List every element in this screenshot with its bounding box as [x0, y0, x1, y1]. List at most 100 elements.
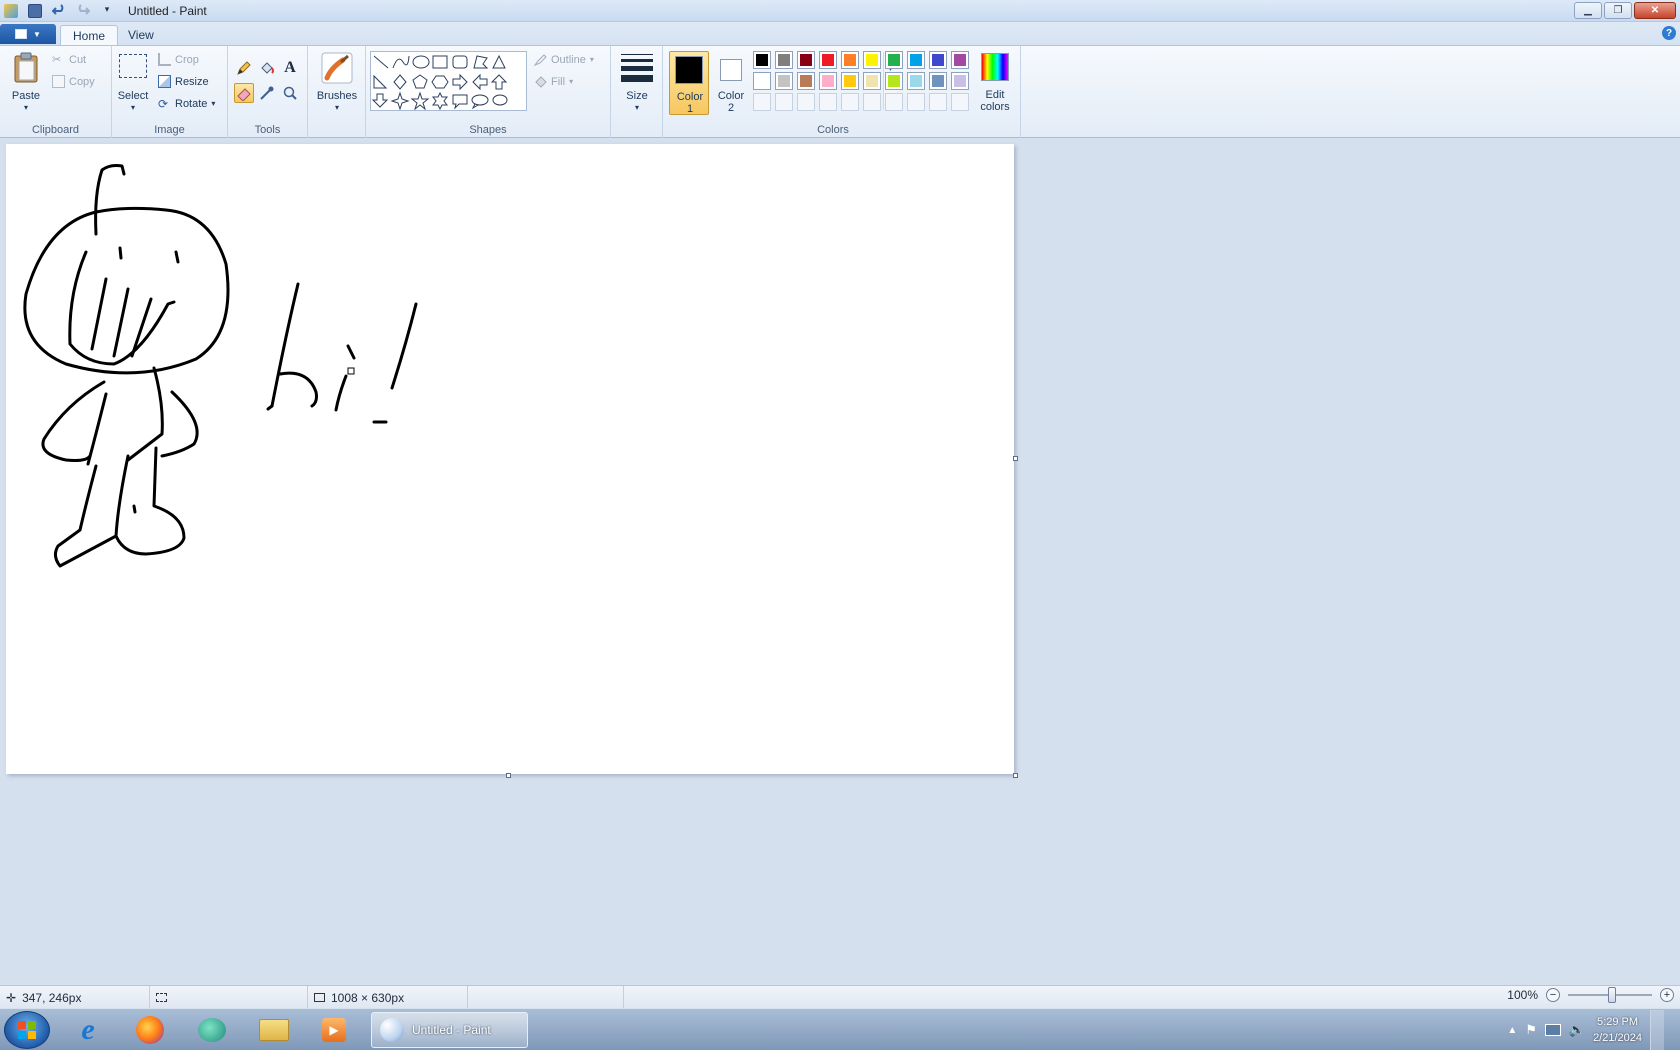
palette-color-swatch[interactable] — [863, 51, 881, 69]
palette-color-swatch[interactable] — [929, 72, 947, 90]
palette-custom-slot[interactable] — [753, 93, 771, 111]
palette-custom-slot[interactable] — [863, 93, 881, 111]
crop-button[interactable]: Crop — [158, 53, 199, 66]
taskbar-paint-label: Untitled - Paint — [412, 1023, 491, 1037]
palette-color-swatch[interactable] — [907, 72, 925, 90]
copy-button[interactable]: Copy — [52, 75, 95, 88]
show-desktop-button[interactable] — [1650, 1010, 1664, 1050]
paste-button[interactable]: Paste ▾ — [6, 50, 46, 112]
tab-home[interactable]: Home — [60, 25, 119, 45]
help-icon[interactable]: ? — [1662, 26, 1676, 40]
close-button[interactable]: ✕ — [1634, 2, 1676, 19]
stroke-left-eye — [118, 246, 123, 260]
palette-custom-slot[interactable] — [885, 93, 903, 111]
outline-button[interactable]: Outline ▾ — [533, 53, 594, 67]
maximize-button[interactable]: ❐ — [1604, 2, 1632, 19]
palette-color-swatch[interactable] — [907, 51, 925, 69]
pencil-tool[interactable] — [234, 58, 254, 78]
clipboard-group: Paste ▾ ✂ Cut Copy Clipboard — [0, 46, 112, 138]
palette-color-swatch[interactable] — [951, 51, 969, 69]
paint-app-icon[interactable] — [4, 3, 18, 18]
fill-tool[interactable] — [257, 58, 277, 78]
fill-button[interactable]: Fill ▾ — [534, 75, 573, 88]
palette-color-swatch[interactable] — [841, 51, 859, 69]
rotate-button[interactable]: ⟳ Rotate ▾ — [158, 97, 216, 111]
zoom-slider-thumb[interactable] — [1608, 987, 1616, 1003]
taskbar-file-explorer[interactable] — [248, 1013, 300, 1047]
palette-color-swatch[interactable] — [797, 72, 815, 90]
crop-icon — [158, 53, 171, 66]
zoom-in-button[interactable]: + — [1660, 988, 1674, 1002]
customize-quick-access-icon[interactable]: ▾ — [100, 4, 114, 18]
paint-menu-button[interactable]: ▼ — [0, 24, 56, 44]
taskbar-media-player[interactable]: ▶ — [308, 1013, 360, 1047]
show-hidden-icons-icon[interactable]: ▲ — [1507, 1025, 1517, 1036]
status-bar: ✛ 347, 246px 1008 × 630px 100% − + — [0, 985, 1680, 1009]
resize-handle-right[interactable] — [1013, 456, 1018, 461]
drawing-canvas[interactable] — [6, 144, 1014, 774]
palette-color-swatch[interactable] — [797, 51, 815, 69]
zoom-out-button[interactable]: − — [1546, 988, 1560, 1002]
palette-color-swatch[interactable] — [951, 72, 969, 90]
palette-color-swatch[interactable] — [863, 72, 881, 90]
palette-color-swatch[interactable] — [819, 51, 837, 69]
brushes-button[interactable]: Brushes ▾ — [312, 50, 362, 114]
size-button[interactable]: Size ▾ — [615, 50, 659, 114]
palette-custom-slot[interactable] — [907, 93, 925, 111]
cut-button[interactable]: ✂ Cut — [52, 53, 86, 67]
selection-size-segment — [150, 986, 308, 1009]
palette-custom-slot[interactable] — [929, 93, 947, 111]
network-icon[interactable] — [1544, 1024, 1561, 1036]
internet-explorer-icon: e — [81, 1013, 95, 1046]
save-icon[interactable] — [28, 3, 42, 18]
eraser-tool[interactable] — [234, 83, 254, 103]
minimize-button[interactable]: ▁ — [1574, 2, 1602, 19]
stroke-teeth-1 — [90, 277, 108, 351]
start-button[interactable] — [4, 1011, 50, 1049]
palette-custom-slot[interactable] — [951, 93, 969, 111]
zoom-slider[interactable] — [1568, 987, 1652, 1003]
palette-color-swatch[interactable] — [885, 72, 903, 90]
palette-color-swatch[interactable] — [775, 72, 793, 90]
taskbar-internet-explorer[interactable]: e — [62, 1013, 114, 1047]
palette-custom-slot[interactable] — [819, 93, 837, 111]
magnifier-tool[interactable] — [280, 83, 300, 103]
redo-icon[interactable] — [76, 3, 91, 18]
stroke-mouth — [68, 250, 176, 366]
swatch-fill — [844, 75, 856, 87]
palette-custom-slot[interactable] — [841, 93, 859, 111]
palette-color-swatch[interactable] — [753, 51, 771, 69]
resize-handle-bottom[interactable] — [506, 773, 511, 778]
resize-button[interactable]: Resize — [158, 75, 209, 88]
palette-color-swatch[interactable] — [929, 51, 947, 69]
palette-color-swatch[interactable] — [885, 51, 903, 69]
volume-muted-icon[interactable]: 🔈 — [1569, 1022, 1585, 1038]
select-dropdown-icon: ▾ — [130, 103, 135, 112]
hexagon-shape-icon — [431, 75, 449, 89]
palette-color-swatch[interactable] — [841, 72, 859, 90]
color-picker-tool[interactable] — [257, 83, 277, 103]
palette-custom-slot[interactable] — [775, 93, 793, 111]
tab-view[interactable]: View — [116, 25, 166, 45]
color1-button[interactable]: Color 1 — [669, 51, 709, 115]
palette-color-swatch[interactable] — [819, 72, 837, 90]
palette-color-swatch[interactable] — [775, 51, 793, 69]
select-button[interactable]: Select ▾ — [114, 50, 152, 112]
stroke-letter-h-tail — [266, 404, 274, 411]
text-tool[interactable]: A — [280, 58, 300, 78]
stroke-body-right — [126, 366, 164, 462]
windows-logo-icon — [18, 1021, 36, 1039]
palette-custom-slot[interactable] — [797, 93, 815, 111]
taskbar-paint-task[interactable]: Untitled - Paint — [371, 1012, 528, 1048]
undo-icon[interactable] — [51, 3, 66, 18]
clock[interactable]: 5:29 PM 2/21/2024 — [1593, 1014, 1642, 1046]
palette-color-swatch[interactable] — [753, 72, 771, 90]
taskbar-firefox[interactable] — [124, 1013, 176, 1047]
edit-colors-button[interactable]: Edit colors — [973, 50, 1017, 116]
action-center-flag-icon[interactable]: ⚑ — [1525, 1022, 1537, 1038]
taskbar-app-3[interactable] — [186, 1013, 238, 1047]
color2-button[interactable]: Color 2 — [711, 51, 751, 115]
clock-date: 2/21/2024 — [1593, 1032, 1642, 1044]
resize-handle-corner[interactable] — [1013, 773, 1018, 778]
rotate-dropdown-icon: ▾ — [211, 99, 216, 108]
